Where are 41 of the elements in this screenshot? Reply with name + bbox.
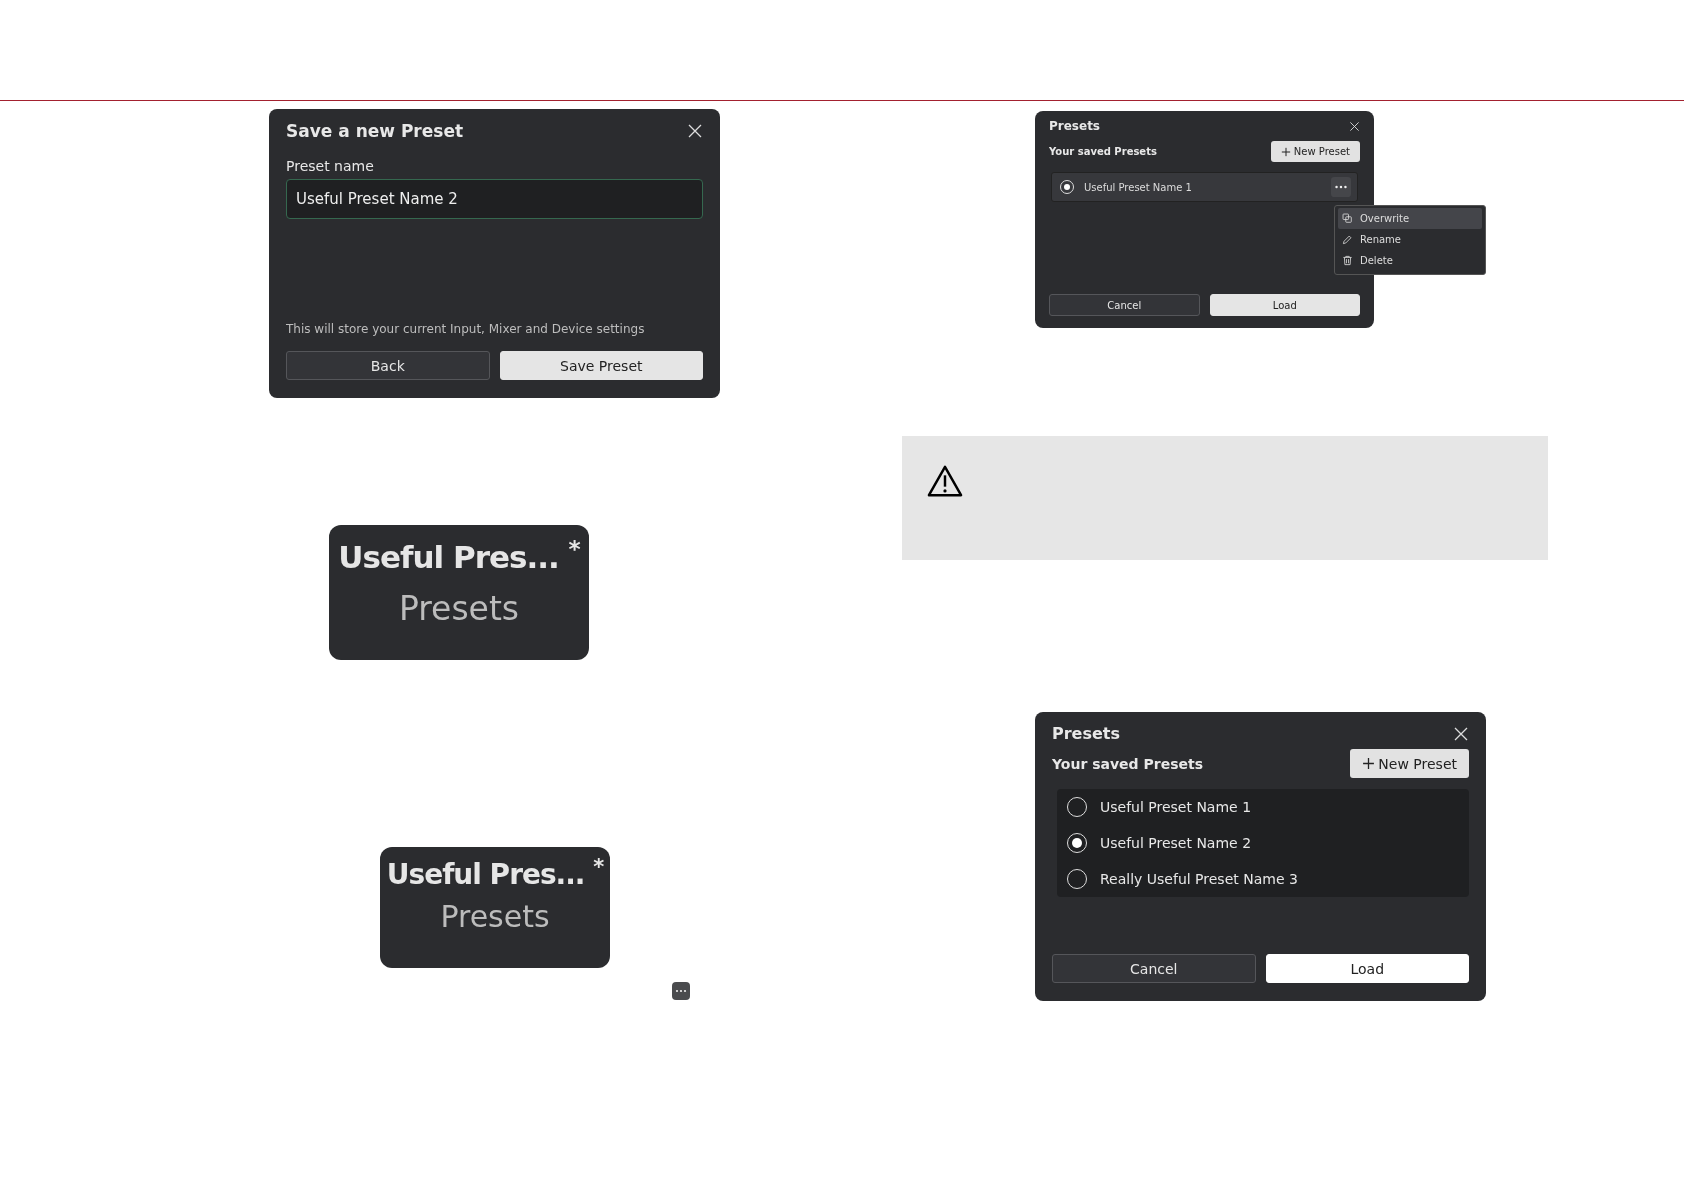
primary-button[interactable]: Load bbox=[1209, 294, 1360, 316]
menu-item[interactable]: Overwrite bbox=[1338, 208, 1482, 229]
new-preset-button[interactable]: New Preset bbox=[1270, 141, 1360, 162]
secondary-button[interactable]: Back bbox=[286, 351, 490, 380]
close-icon[interactable] bbox=[1349, 120, 1360, 132]
dialog-title: Presets bbox=[1052, 724, 1120, 743]
menu-item[interactable]: Rename bbox=[1338, 229, 1482, 250]
presets-label: Presets bbox=[398, 589, 520, 629]
preset-name: Useful Pres... $^{*}$ bbox=[386, 855, 604, 892]
primary-button[interactable]: Load bbox=[1265, 954, 1469, 983]
trash-icon bbox=[1342, 255, 1353, 266]
preset-name: Useful Preset Name 2 bbox=[1100, 835, 1252, 851]
preset-name: Really Useful Preset Name 3 bbox=[1100, 871, 1298, 887]
secondary-button[interactable]: Cancel bbox=[1049, 294, 1200, 316]
preset-name: Useful Preset Name 1 bbox=[1100, 799, 1252, 815]
preset-name-field[interactable]: Useful Preset Name 2 bbox=[286, 179, 703, 219]
plus-icon bbox=[1362, 757, 1376, 770]
close-icon[interactable] bbox=[687, 123, 703, 139]
preset-name: Useful Pres... $^{*}$ bbox=[338, 535, 580, 576]
secondary-button[interactable]: Cancel bbox=[1052, 954, 1256, 983]
new-preset-button[interactable]: New Preset bbox=[1350, 749, 1469, 778]
plus-icon bbox=[1280, 146, 1291, 157]
preset-row[interactable]: Useful Preset Name 1 bbox=[1051, 172, 1358, 202]
more-icon[interactable] bbox=[1331, 177, 1351, 197]
more-icon[interactable] bbox=[672, 982, 690, 1000]
primary-button[interactable]: Save Preset bbox=[499, 351, 703, 380]
menu-item[interactable]: Delete bbox=[1338, 250, 1482, 271]
copy-icon bbox=[1342, 213, 1353, 224]
dialog-title: Presets bbox=[1049, 119, 1100, 133]
preset-badge[interactable]: Useful Pres... $^{*}$ Presets bbox=[380, 847, 610, 968]
close-icon[interactable] bbox=[1453, 725, 1469, 742]
pencil-icon bbox=[1342, 234, 1353, 245]
presets-label: Presets bbox=[440, 899, 550, 935]
section-title: Your saved Presets bbox=[1052, 755, 1204, 772]
description-text: This will store your current Input, Mixer and Device settings bbox=[286, 322, 646, 336]
dialog-title: Save a new Preset bbox=[286, 121, 464, 141]
field-label: Preset name bbox=[286, 158, 375, 174]
preset-badge[interactable]: Useful Pres... $^{*}$ Presets bbox=[329, 525, 589, 660]
preset-name: Useful Preset Name 1 bbox=[1084, 181, 1193, 193]
section-title: Your saved Presets bbox=[1049, 146, 1157, 157]
warning-icon bbox=[926, 464, 964, 498]
